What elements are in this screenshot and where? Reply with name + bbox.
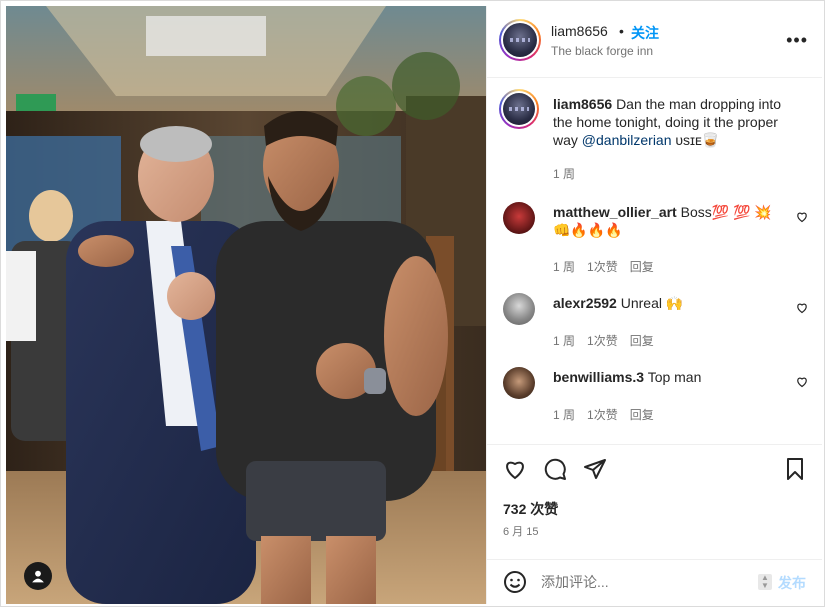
comment-text: Top man <box>647 369 702 385</box>
location-link[interactable]: The black forge inn <box>551 44 653 58</box>
post-date[interactable]: 6 月 15 <box>503 523 538 539</box>
comments-list[interactable]: liam8656 Dan the man dropping into the h… <box>487 79 822 444</box>
comment-icon[interactable] <box>543 457 567 481</box>
like-comment-icon[interactable] <box>796 376 808 388</box>
comment-username[interactable]: matthew_ollier_art <box>553 204 677 220</box>
caption-username[interactable]: liam8656 <box>553 96 612 112</box>
comment-avatar[interactable] <box>503 367 535 399</box>
caption-avatar[interactable] <box>499 89 539 129</box>
tagged-user-icon[interactable] <box>24 562 52 590</box>
post-caption: liam8656 Dan the man dropping into the h… <box>553 95 798 149</box>
post-details-pane: liam8656 • 关注 The black forge inn ••• li… <box>486 6 822 604</box>
post-actions: 732 次赞 6 月 15 <box>487 444 822 564</box>
comment-likes[interactable]: 1次赞 <box>587 260 618 274</box>
reply-button[interactable]: 回复 <box>630 334 654 348</box>
like-comment-icon[interactable] <box>796 211 808 223</box>
comment-time[interactable]: 1 周 <box>553 260 575 274</box>
comment-text: Unreal 🙌 <box>620 295 684 311</box>
like-comment-icon[interactable] <box>796 302 808 314</box>
post-photo[interactable] <box>6 6 486 604</box>
comment-avatar[interactable] <box>503 202 535 234</box>
like-count[interactable]: 732 次赞 <box>503 499 558 519</box>
post-header: liam8656 • 关注 The black forge inn ••• <box>487 6 822 78</box>
caption-suffix: ᴜsɪᴇ🥃 <box>671 132 720 148</box>
comment-time[interactable]: 1 周 <box>553 408 575 422</box>
reply-button[interactable]: 回复 <box>630 260 654 274</box>
caption-time[interactable]: 1 周 <box>553 167 575 181</box>
follow-button[interactable]: 关注 <box>631 23 659 43</box>
heart-icon[interactable] <box>503 457 527 481</box>
separator-dot: • <box>619 23 624 39</box>
comment-likes[interactable]: 1次赞 <box>587 408 618 422</box>
author-username[interactable]: liam8656 <box>551 23 608 39</box>
person-icon <box>32 570 44 583</box>
comment-composer: ▲▼ 发布 <box>487 559 822 604</box>
comment-input[interactable] <box>541 574 741 590</box>
comment-body: alexr2592 Unreal 🙌 <box>553 294 783 312</box>
comment-body: matthew_ollier_art Boss💯 💯 💥 👊🔥🔥🔥 <box>553 203 783 239</box>
comment-body: benwilliams.3 Top man <box>553 368 783 386</box>
post-dialog: liam8656 • 关注 The black forge inn ••• li… <box>0 0 825 607</box>
comment-meta: 1 周 1次赞 回复 <box>553 406 666 423</box>
post-comment-button[interactable]: 发布 <box>778 573 806 593</box>
more-options-icon[interactable]: ••• <box>786 30 808 51</box>
comment-username[interactable]: alexr2592 <box>553 295 617 311</box>
share-icon[interactable] <box>583 457 607 481</box>
comment-avatar[interactable] <box>503 293 535 325</box>
comment-time[interactable]: 1 周 <box>553 334 575 348</box>
comment-likes[interactable]: 1次赞 <box>587 334 618 348</box>
reply-button[interactable]: 回复 <box>630 408 654 422</box>
comment-meta: 1 周 1次赞 回复 <box>553 258 666 275</box>
comment-meta: 1 周 1次赞 回复 <box>553 332 666 349</box>
photo-illustration <box>6 6 486 604</box>
emoji-icon[interactable] <box>503 570 527 594</box>
resize-handle-icon: ▲ ▼ <box>758 574 772 590</box>
author-avatar[interactable] <box>499 19 541 61</box>
caption-mention[interactable]: @danbilzerian <box>582 132 672 148</box>
caption-meta: 1 周 <box>553 165 587 182</box>
bookmark-icon[interactable] <box>783 457 807 481</box>
comment-username[interactable]: benwilliams.3 <box>553 369 644 385</box>
